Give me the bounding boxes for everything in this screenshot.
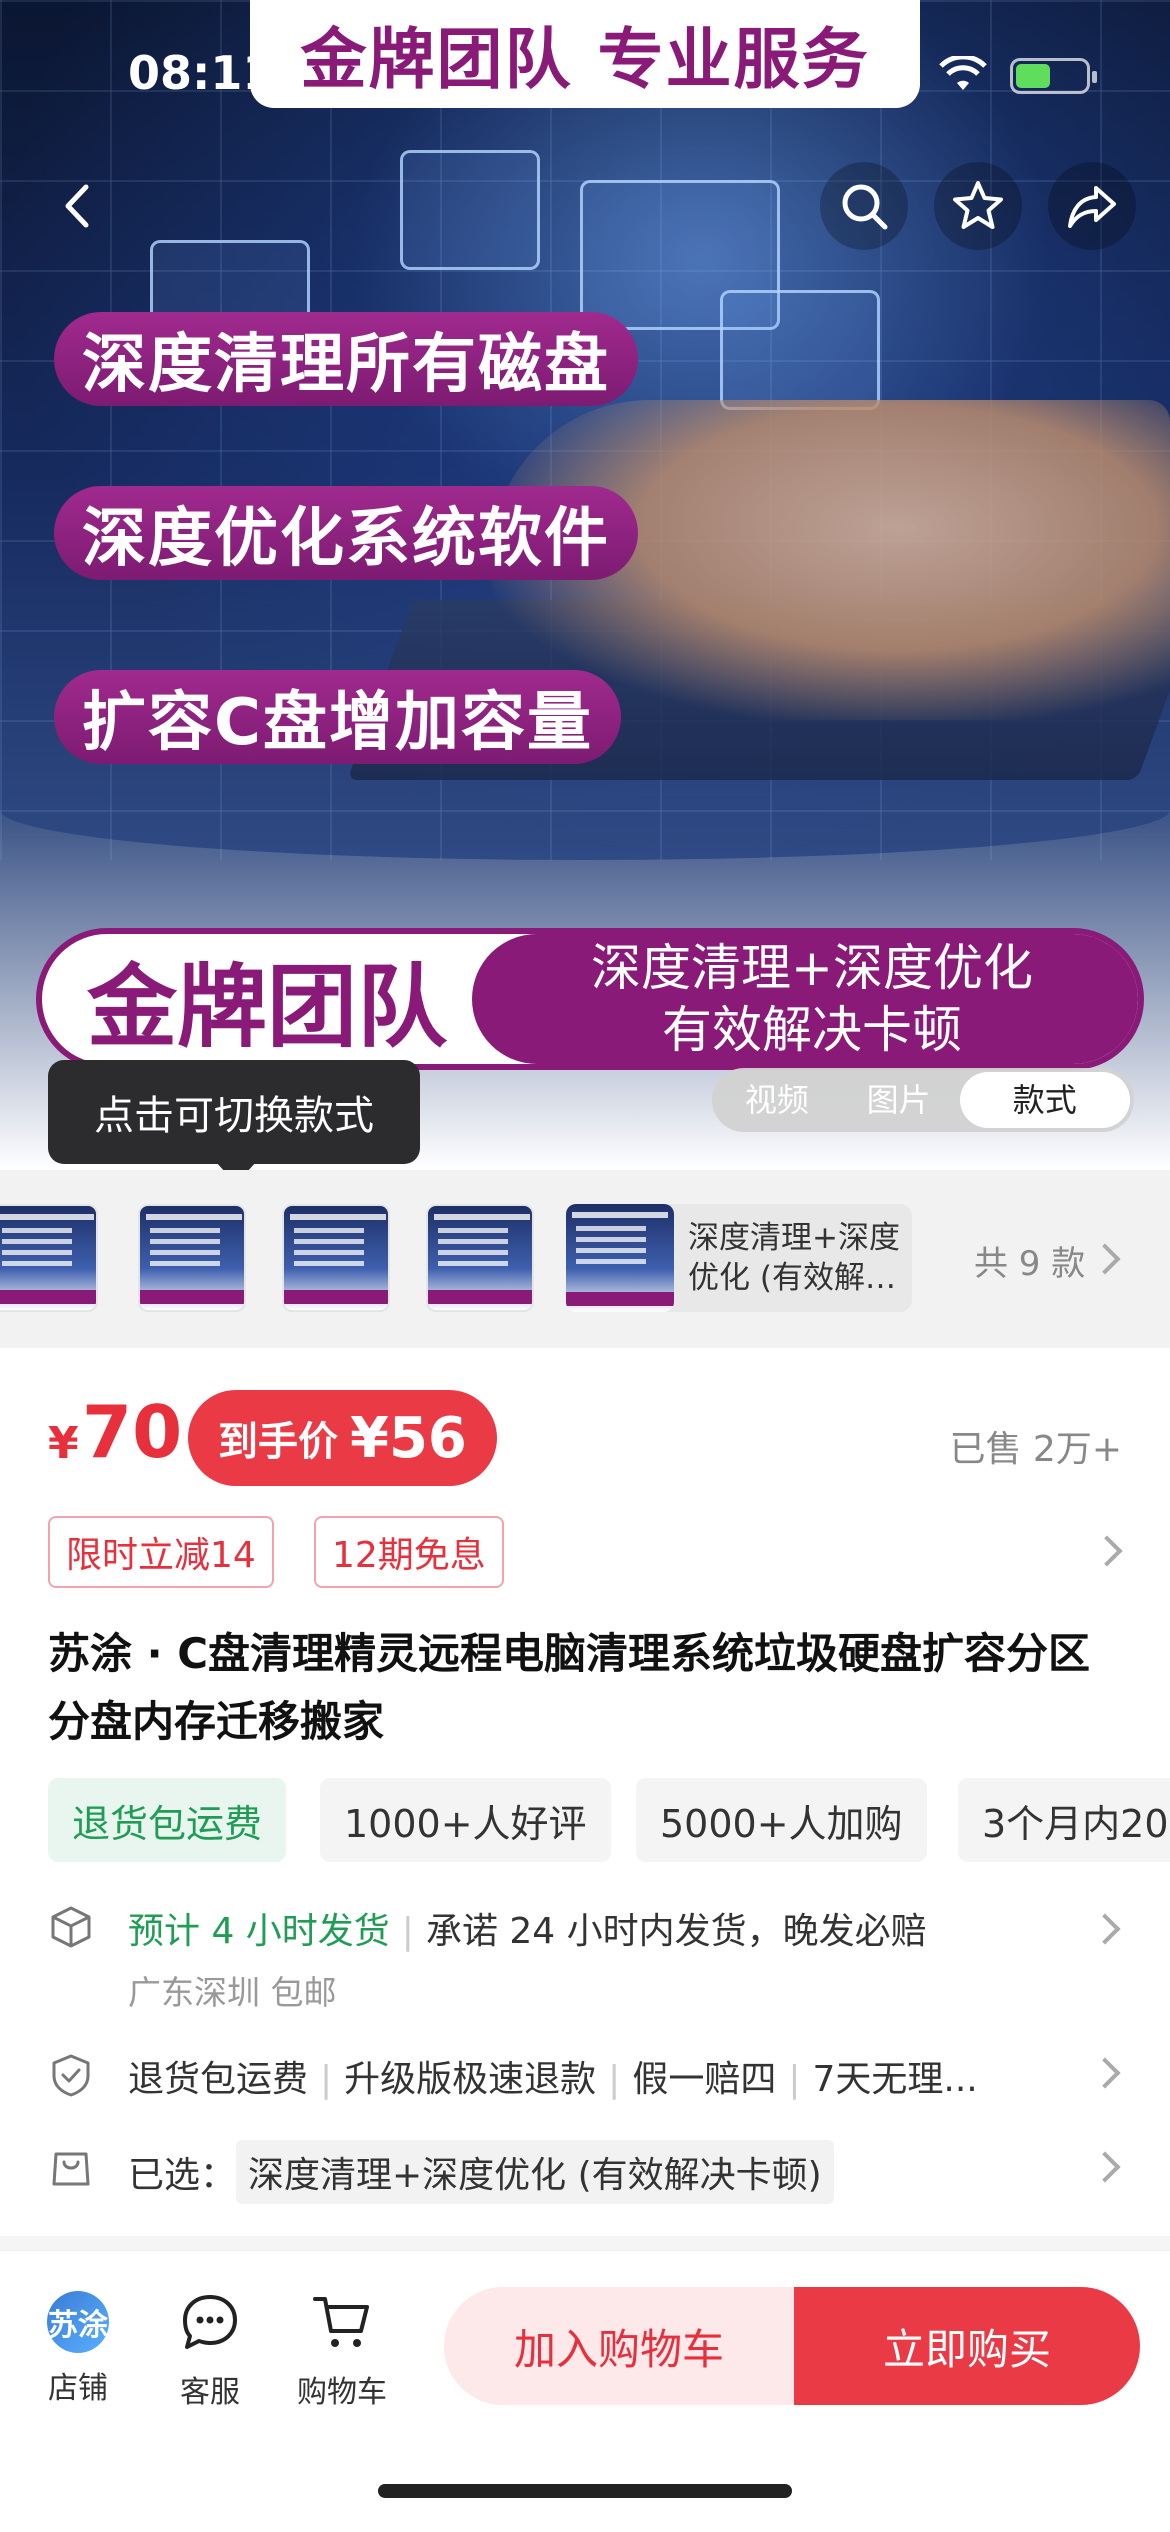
- service-label: 客服: [180, 2375, 240, 2410]
- share-icon: [1068, 186, 1116, 228]
- tab-video[interactable]: 视频: [716, 1072, 838, 1128]
- customer-service-button[interactable]: 客服: [150, 2291, 270, 2411]
- hero-ui-card: [720, 290, 880, 410]
- favorite-button[interactable]: [934, 162, 1022, 250]
- add-to-cart-button[interactable]: 加入购物车: [444, 2287, 794, 2405]
- battery-icon: [1010, 58, 1097, 94]
- variant-thumb[interactable]: [426, 1204, 534, 1312]
- store-label: 店铺: [48, 2371, 108, 2406]
- chevron-right-icon[interactable]: [1091, 1535, 1123, 1567]
- media-switch: 视频 图片 款式: [712, 1068, 1134, 1132]
- hero-pill: 扩容C盘增加容量: [54, 670, 621, 764]
- variant-thumb: [566, 1204, 674, 1312]
- store-avatar: 苏涂: [47, 2291, 109, 2353]
- search-icon: [842, 184, 888, 230]
- search-button[interactable]: [820, 162, 908, 250]
- star-icon: [953, 181, 1003, 229]
- hero-pill: 深度清理所有磁盘: [54, 312, 638, 406]
- status-time: 08:11: [128, 46, 275, 100]
- shield-check-icon: [52, 2054, 90, 2097]
- guarantee-row[interactable]: 退货包运费 | 升级版极速退款 | 假一赔四 | 7天无理...: [48, 2048, 1128, 2104]
- selected-text: 已选： 深度清理+深度优化 (有效解决卡顿): [128, 2140, 834, 2204]
- package-icon: [51, 1906, 91, 1948]
- back-icon: [65, 184, 89, 228]
- back-button[interactable]: [34, 162, 122, 250]
- chevron-right-icon: [1089, 1913, 1121, 1945]
- guarantee-item: 假一赔四: [632, 2059, 777, 2100]
- guarantee-text: 退货包运费 | 升级版极速退款 | 假一赔四 | 7天无理...: [128, 2059, 978, 2100]
- chat-icon: [183, 2295, 237, 2349]
- shipping-eta: 预计 4 小时发货: [128, 1911, 390, 1952]
- tag-cart-adds[interactable]: 5000+人加购: [636, 1778, 927, 1862]
- selected-value: 深度清理+深度优化 (有效解决卡顿): [236, 2140, 834, 2204]
- guarantee-item: 升级版极速退款: [344, 2059, 597, 2100]
- chevron-right-icon: [1089, 2151, 1121, 2183]
- price-value: 70: [82, 1390, 183, 1474]
- wifi-icon: [939, 56, 987, 90]
- brand-right-line1: 深度清理+深度优化: [591, 939, 1033, 997]
- hero-brand-band: 金牌团队 深度清理+深度优化 有效解决卡顿: [36, 928, 1144, 1070]
- hero-pill: 深度优化系统软件: [54, 486, 638, 580]
- bag-icon: [52, 2152, 90, 2186]
- shipping-promise: 承诺 24 小时内发货，晚发必赔: [425, 1911, 927, 1952]
- cart-icon: [313, 2297, 369, 2347]
- share-button[interactable]: [1048, 162, 1136, 250]
- brand-left-text: 金牌团队: [87, 955, 447, 1060]
- price-currency: ¥: [48, 1418, 79, 1469]
- final-price-badge: 到手价 ¥56: [188, 1390, 497, 1486]
- brand-right-line2: 有效解决卡顿: [662, 1001, 962, 1059]
- chevron-right-icon: [1089, 1243, 1121, 1275]
- chevron-right-icon: [1089, 2057, 1121, 2089]
- hero-ui-card: [400, 150, 540, 270]
- final-price-label: 到手价: [218, 1419, 338, 1465]
- shipping-origin: 广东深圳 包邮: [128, 1973, 337, 2012]
- shipping-row[interactable]: 预计 4 小时发货 | 承诺 24 小时内发货，晚发必赔 广东深圳 包邮: [48, 1902, 1128, 2022]
- sold-count: 已售 2万+: [949, 1429, 1122, 1470]
- tag-reviews[interactable]: 1000+人好评: [320, 1778, 611, 1862]
- brand-right: 深度清理+深度优化 有效解决卡顿: [472, 934, 1138, 1064]
- coupon-installment[interactable]: 12期免息: [314, 1516, 504, 1588]
- variant-selected[interactable]: 深度清理+深度优化 (有效解决卡顿): [566, 1204, 912, 1312]
- tag-recent-sales[interactable]: 3个月内20: [958, 1778, 1170, 1862]
- variant-thumb[interactable]: [282, 1204, 390, 1312]
- guarantee-item: 退货包运费: [128, 2059, 309, 2100]
- variant-tooltip: 点击可切换款式: [48, 1060, 420, 1184]
- tag-free-return: 退货包运费: [48, 1778, 287, 1862]
- variant-count[interactable]: 共 9 款: [974, 1236, 1085, 1285]
- tab-variants[interactable]: 款式: [959, 1072, 1130, 1128]
- home-indicator[interactable]: [378, 2484, 792, 2498]
- shipping-text: 预计 4 小时发货 | 承诺 24 小时内发货，晚发必赔: [128, 1911, 927, 1952]
- guarantee-item: 7天无理...: [812, 2059, 978, 2100]
- selected-label: 已选：: [128, 2155, 237, 2196]
- coupon-discount[interactable]: 限时立减14: [48, 1516, 274, 1588]
- tab-images[interactable]: 图片: [838, 1072, 960, 1128]
- variant-thumb[interactable]: [138, 1204, 246, 1312]
- final-price-amount: ¥56: [350, 1405, 467, 1471]
- section-divider: [0, 2236, 1170, 2250]
- variant-selected-label: 深度清理+深度优化 (有效解决卡顿): [688, 1220, 900, 1296]
- hero-top-banner: 金牌团队 专业服务: [250, 0, 920, 108]
- selected-variant-row[interactable]: 已选： 深度清理+深度优化 (有效解决卡顿): [48, 2134, 1128, 2204]
- product-title: 苏涂 · C盘清理精灵远程电脑清理系统垃圾硬盘扩容分区分盘内存迁移搬家: [48, 1629, 1091, 1746]
- cart-label: 购物车: [297, 2375, 387, 2410]
- store-button[interactable]: 苏涂 店铺: [18, 2291, 138, 2407]
- cart-button[interactable]: 购物车: [282, 2291, 402, 2411]
- hero-top-banner-text: 金牌团队 专业服务: [300, 21, 870, 98]
- buy-now-button[interactable]: 立即购买: [794, 2287, 1140, 2405]
- variant-thumb[interactable]: [0, 1204, 98, 1312]
- variant-strip: 深度清理+深度优化 (有效解决卡顿) 共 9 款: [0, 1170, 1170, 1348]
